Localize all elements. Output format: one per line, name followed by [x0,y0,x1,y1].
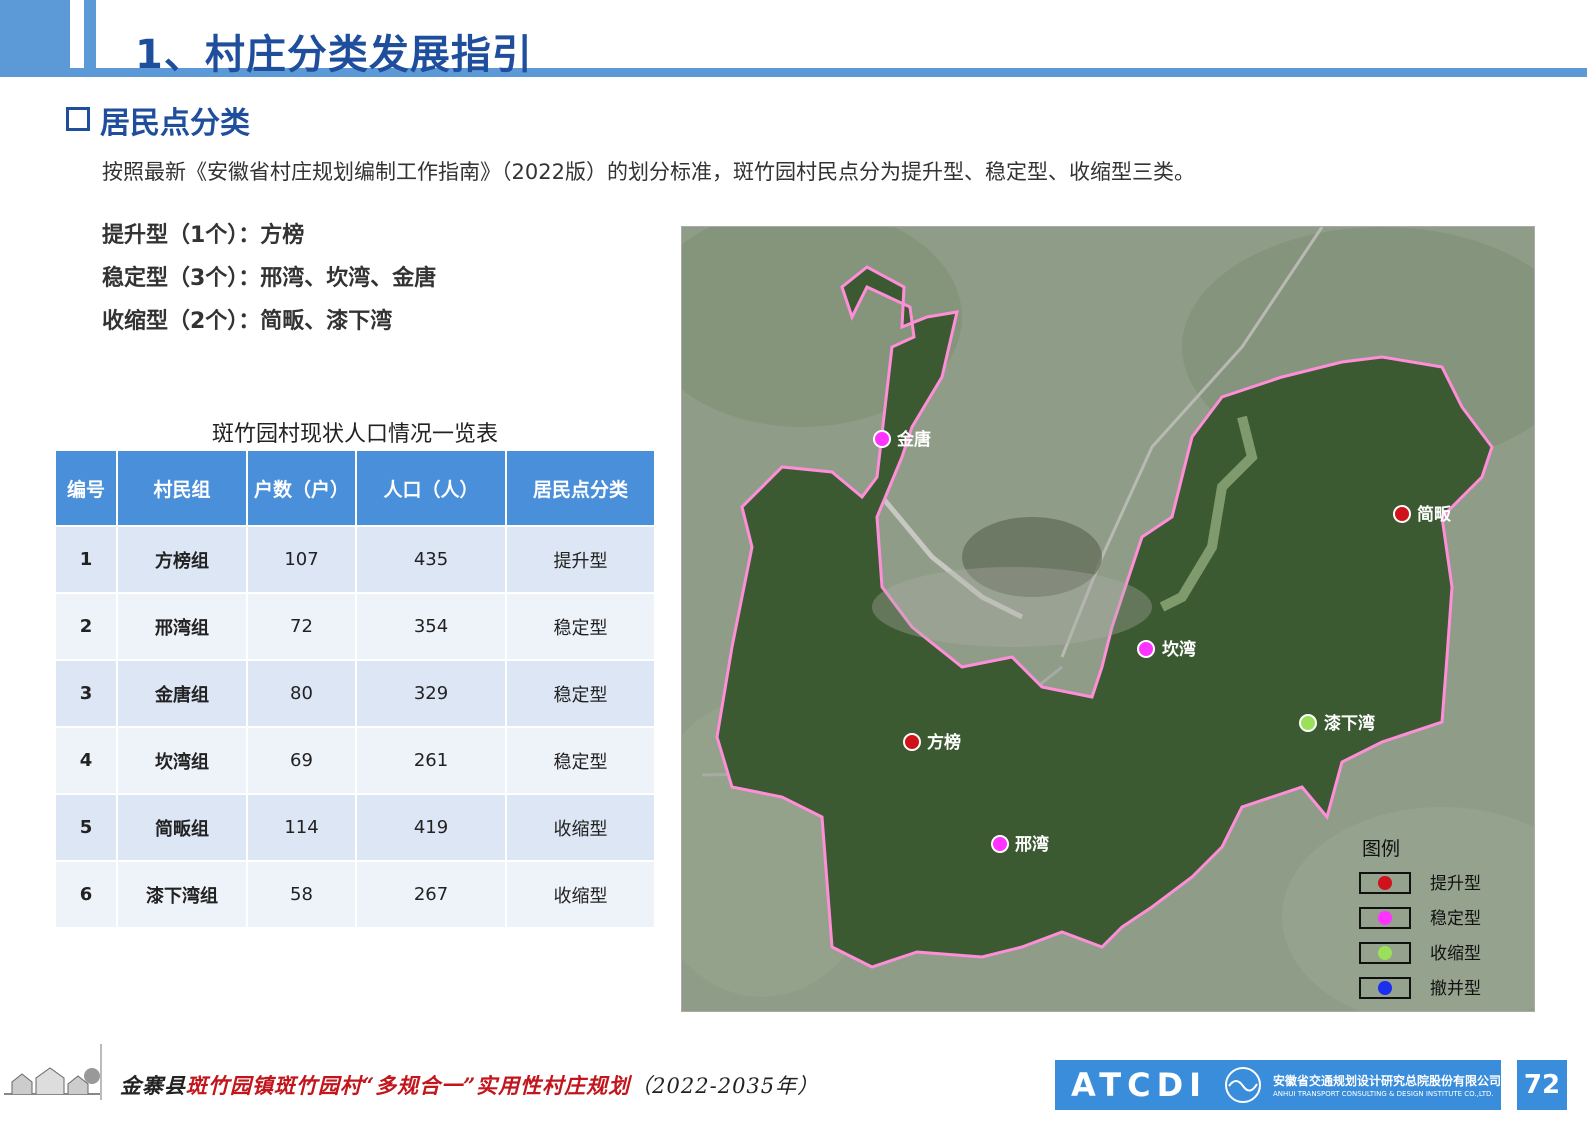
settlement-point-jintang: 金唐 [873,429,931,450]
cell-population: 419 [356,793,507,861]
village-sketch-icon [4,1067,100,1095]
cell-group: 坎湾组 [117,726,248,794]
stable-marker-icon [991,835,1009,853]
column-header: 人口（人） [356,451,507,526]
legend-title: 图例 [1362,838,1400,860]
settlement-point-kanwan: 坎湾 [1137,639,1196,660]
population-table: 编号 村民组 户数（户） 人口（人） 居民点分类 1 方榜组 107 435 提… [56,451,654,927]
cell-category: 收缩型 [506,793,654,861]
cell-id: 1 [56,525,118,593]
page-number: 72 [1517,1060,1567,1110]
stable-marker-icon [1378,911,1392,925]
cell-group: 方榜组 [117,525,248,593]
legend-label: 收缩型 [1430,944,1481,964]
upgrade-marker-icon [1378,876,1392,890]
org-name-cn: 安徽省交通规划设计研究总院股份有限公司 [1273,1074,1502,1088]
column-header: 居民点分类 [506,451,654,526]
point-label: 简畈 [1417,504,1451,525]
cell-households: 114 [247,793,357,861]
footer-project-title: 金寨县斑竹园镇斑竹园村“多规合一”实用性村庄规划（2022-2035年） [120,1070,819,1100]
cell-id: 4 [56,726,118,794]
settlement-point-jianfan: 简畈 [1393,504,1451,525]
cell-households: 80 [247,659,357,727]
map-canvas: 金唐 简畈 坎湾 漆下湾 方榜 邢湾 图例 提升型 稳定型 收缩型 撤并型 [682,227,1534,1011]
table-row: 2 邢湾组 72 354 稳定型 [56,592,654,660]
cell-population: 267 [356,860,507,927]
footer-divider [100,1044,102,1100]
org-name-en: ANHUI TRANSPORT CONSULTING & DESIGN INST… [1273,1090,1494,1098]
checkbox-bullet-icon [66,107,90,131]
cell-category: 稳定型 [506,659,654,727]
header-accent-block [0,0,70,68]
table-row: 3 金唐组 80 329 稳定型 [56,659,654,727]
cell-households: 107 [247,525,357,593]
company-logo: ATCDI 安徽省交通规划设计研究总院股份有限公司 ANHUI TRANSPOR… [1055,1060,1501,1110]
legend-label: 撤并型 [1430,979,1481,999]
column-header: 村民组 [117,451,248,526]
category-item: 提升型（1个）：方榜 [102,223,305,248]
point-label: 邢湾 [1015,834,1049,855]
settlement-point-qixiawan: 漆下湾 [1299,713,1375,734]
cell-households: 58 [247,860,357,927]
cell-category: 收缩型 [506,860,654,927]
stable-marker-icon [873,430,891,448]
section-title-text: 居民点分类 [100,106,250,141]
header-accent-stripe [84,0,96,68]
settlement-point-xingwan: 邢湾 [991,834,1049,855]
category-list: 提升型（1个）：方榜 稳定型（3个）：邢湾、坎湾、金唐 收缩型（2个）：简畈、漆… [102,214,436,343]
cell-households: 72 [247,592,357,660]
shrink-marker-icon [1299,714,1317,732]
cell-group: 漆下湾组 [117,860,248,927]
cell-group: 简畈组 [117,793,248,861]
cell-population: 435 [356,525,507,593]
legend-label: 提升型 [1430,874,1481,894]
cell-group: 邢湾组 [117,592,248,660]
settlement-point-fangbang: 方榜 [903,732,961,753]
logo-wave-icon [1225,1067,1261,1103]
logo-wordmark: ATCDI [1071,1066,1208,1104]
shrink-marker-icon [1378,946,1392,960]
cell-category: 稳定型 [506,592,654,660]
settlement [872,567,1152,647]
upgrade-marker-icon [1393,505,1411,523]
legend-label: 稳定型 [1430,909,1481,929]
point-label: 坎湾 [1162,639,1196,660]
upgrade-marker-icon [903,733,921,751]
table-row: 1 方榜组 107 435 提升型 [56,525,654,593]
category-item: 收缩型（2个）：简畈、漆下湾 [102,309,393,334]
column-header: 编号 [56,451,118,526]
footer-plan-name: “多规合一”实用性村庄规划 [362,1073,631,1098]
cell-id: 5 [56,793,118,861]
table-header-row: 编号 村民组 户数（户） 人口（人） 居民点分类 [56,451,654,526]
cell-households: 69 [247,726,357,794]
cell-category: 提升型 [506,525,654,593]
column-header: 户数（户） [247,451,357,526]
table-title: 斑竹园村现状人口情况一览表 [211,422,498,447]
cell-id: 3 [56,659,118,727]
merge-marker-icon [1378,981,1392,995]
table-row: 4 坎湾组 69 261 稳定型 [56,726,654,794]
stable-marker-icon [1137,640,1155,658]
table-row: 6 漆下湾组 58 267 收缩型 [56,860,654,927]
point-label: 金唐 [896,429,931,450]
table-row: 5 简畈组 114 419 收缩型 [56,793,654,861]
footer-village: 斑竹园镇斑竹园村 [186,1073,362,1098]
page-title: 1、村庄分类发展指引 [135,32,533,78]
footer-years: （2022-2035年） [630,1074,820,1098]
footer-county: 金寨县 [120,1073,186,1098]
cell-category: 稳定型 [506,726,654,794]
category-item: 稳定型（3个）：邢湾、坎湾、金唐 [102,266,437,291]
point-label: 漆下湾 [1324,713,1375,734]
section-title: 居民点分类 [66,98,250,142]
cell-group: 金唐组 [117,659,248,727]
point-label: 方榜 [927,732,961,753]
cell-id: 2 [56,592,118,660]
intro-paragraph: 按照最新《安徽省村庄规划编制工作指南》（2022版）的划分标准，斑竹园村民点分为… [102,160,1195,184]
cell-population: 354 [356,592,507,660]
cell-population: 329 [356,659,507,727]
satellite-map: 金唐 简畈 坎湾 漆下湾 方榜 邢湾 图例 提升型 稳定型 收缩型 撤并型 [681,226,1535,1012]
cell-id: 6 [56,860,118,927]
cell-population: 261 [356,726,507,794]
